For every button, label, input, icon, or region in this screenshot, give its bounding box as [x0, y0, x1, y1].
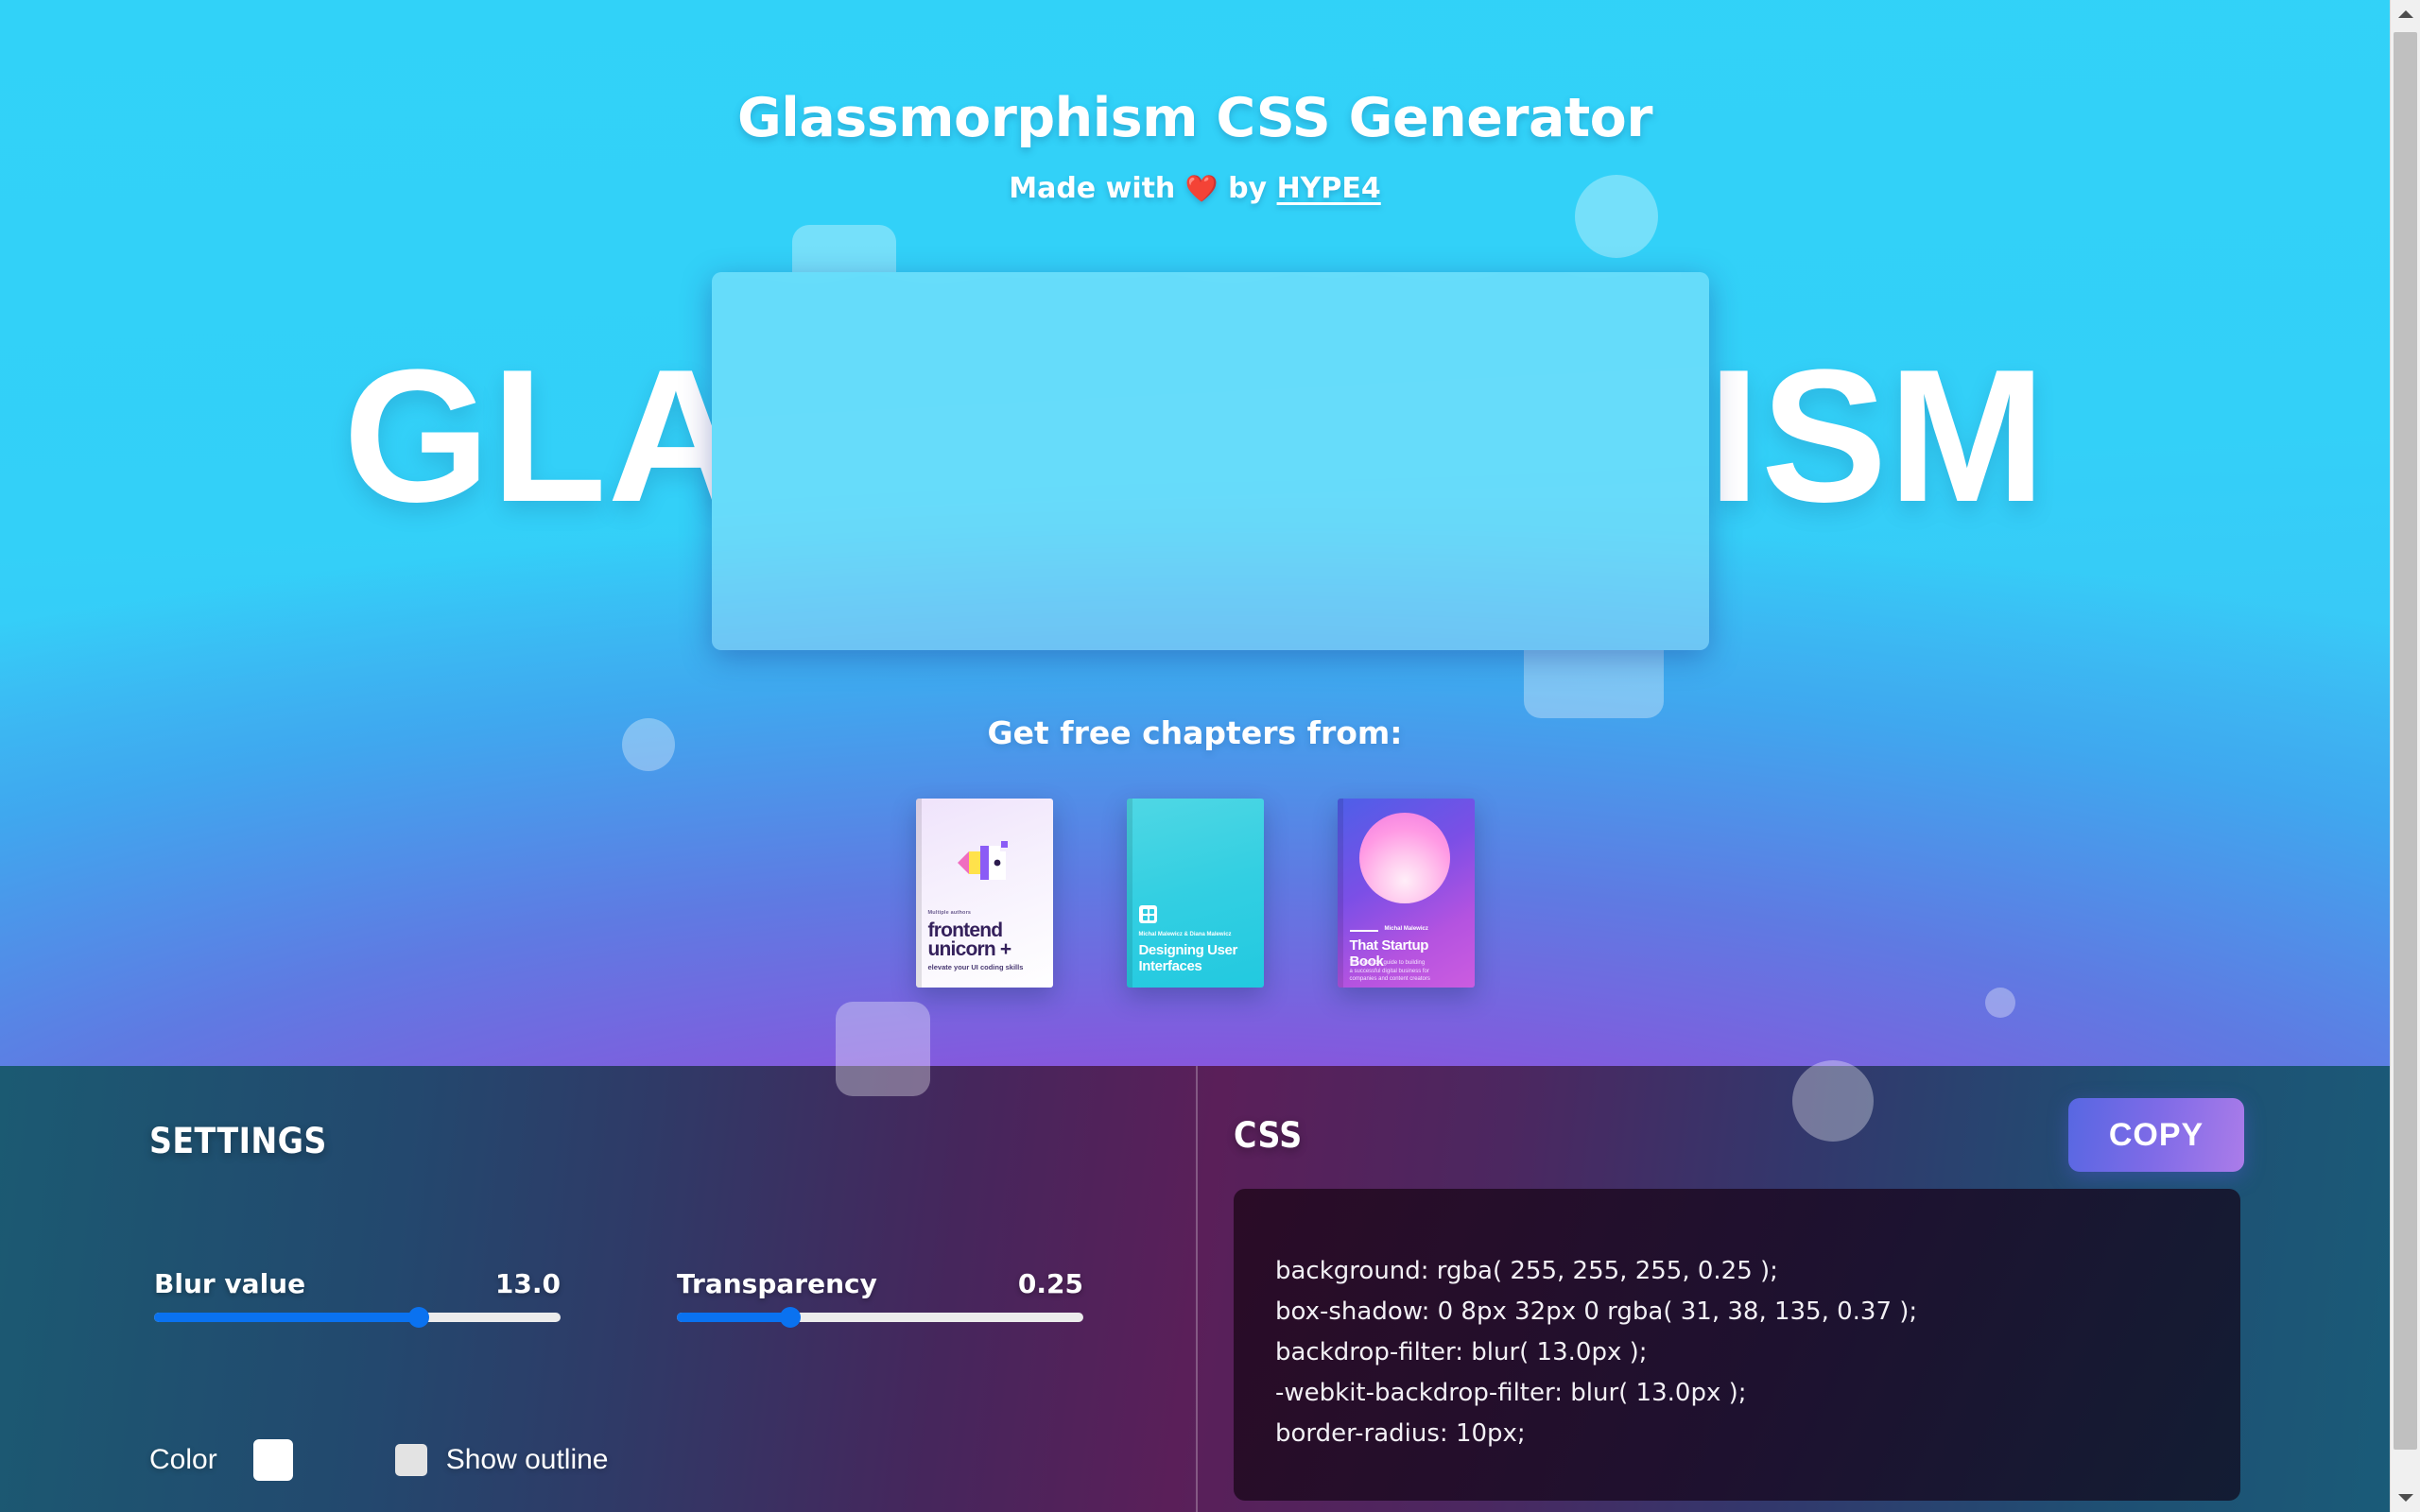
- book-author: Michal Malewicz & Diana Malewicz: [1138, 932, 1232, 937]
- made-with-text: Made with: [1009, 172, 1176, 205]
- book-blurb-line1: The practical guide to building: [1349, 960, 1426, 966]
- show-outline-label: Show outline: [445, 1444, 609, 1475]
- glass-white-tint: [712, 272, 1709, 650]
- gradient-circle-graphic: [1358, 813, 1450, 903]
- scroll-up-button[interactable]: [2391, 0, 2420, 28]
- show-outline-checkbox[interactable]: [394, 1444, 427, 1476]
- made-with-byline: Made with ❤️ by HYPE4: [0, 172, 2390, 205]
- author-rule: [1349, 930, 1378, 932]
- page-title: Glassmorphism CSS Generator: [737, 87, 1652, 149]
- decorative-circle-3: [1985, 988, 2015, 1018]
- hype4-link[interactable]: HYPE4: [1277, 172, 1381, 205]
- color-swatch[interactable]: [252, 1439, 293, 1481]
- book-title-line1: Designing User: [1138, 942, 1238, 958]
- chevron-down-icon: [2397, 1494, 2413, 1502]
- blur-slider[interactable]: [154, 1307, 561, 1328]
- book-title-line2: unicorn +: [927, 938, 1012, 960]
- panel-divider: [1196, 1066, 1198, 1512]
- transparency-value: 0.25: [1017, 1268, 1083, 1299]
- glass-preview-card[interactable]: GLASSMORPHISM: [712, 272, 1709, 650]
- copy-button[interactable]: COPY: [2068, 1098, 2244, 1172]
- transparency-control-row: Transparency 0.25: [677, 1268, 1083, 1299]
- color-outline-row: Color Show outline: [149, 1439, 609, 1481]
- blur-value: 13.0: [494, 1268, 561, 1299]
- transparency-label: Transparency: [677, 1268, 877, 1299]
- book-designing-user-interfaces[interactable]: Michal Malewicz & Diana Malewicz Designi…: [1126, 799, 1264, 988]
- hero-section: GLASSMORPHISM GLASSMORPHISM Glassmorphis…: [0, 0, 2390, 1066]
- book-author: Michal Malewicz: [1384, 926, 1428, 932]
- frontend-unicorn-logo-icon: [957, 841, 1008, 880]
- blur-slider-fill: [154, 1313, 419, 1322]
- heart-icon: ❤️: [1184, 173, 1219, 204]
- by-text: by: [1228, 172, 1268, 205]
- transparency-slider-fill: [677, 1313, 791, 1322]
- css-line-background: background: rgba( 255, 255, 255, 0.25 );: [1275, 1257, 1778, 1285]
- blur-label: Blur value: [154, 1268, 306, 1299]
- book-blurb-line3: companies and content creators: [1349, 976, 1430, 982]
- blur-control: Blur value 13.0: [154, 1268, 561, 1328]
- scroll-down-button[interactable]: [2391, 1484, 2420, 1512]
- css-line-backdrop-filter: backdrop-filter: blur( 13.0px );: [1275, 1338, 1648, 1366]
- color-label: Color: [149, 1444, 217, 1475]
- book-frontend-unicorn[interactable]: Multiple authors frontend unicorn + elev…: [915, 799, 1053, 988]
- book-that-startup-book[interactable]: Michal Malewicz That Startup Book The pr…: [1337, 799, 1475, 988]
- css-line-border-radius: border-radius: 10px;: [1275, 1419, 1526, 1448]
- css-heading: CSS: [1234, 1115, 1303, 1156]
- settings-heading: SETTINGS: [149, 1121, 327, 1161]
- book-spine: [1126, 799, 1132, 988]
- chapters-heading: Get free chapters from:: [987, 714, 1403, 751]
- blur-slider-thumb[interactable]: [407, 1307, 429, 1328]
- app-root: GLASSMORPHISM GLASSMORPHISM Glassmorphis…: [0, 0, 2420, 1512]
- css-line-webkit-backdrop-filter: -webkit-backdrop-filter: blur( 13.0px );: [1275, 1379, 1747, 1407]
- css-output-box[interactable]: background: rgba( 255, 255, 255, 0.25 );…: [1234, 1189, 2240, 1501]
- book-title: Designing User Interfaces: [1139, 942, 1254, 974]
- scrollbar-thumb[interactable]: [2394, 32, 2417, 1450]
- book-blurb-line2: a successful digital business for: [1349, 968, 1429, 974]
- book-tagline: elevate your UI coding skills: [927, 963, 1024, 971]
- dui-logo-icon: [1138, 905, 1157, 923]
- transparency-control: Transparency 0.25: [677, 1268, 1083, 1328]
- page-scrollbar[interactable]: [2390, 0, 2420, 1512]
- blur-control-row: Blur value 13.0: [154, 1268, 561, 1299]
- book-title-line2: Interfaces: [1138, 958, 1202, 974]
- book-title: frontend unicorn +: [927, 920, 1044, 960]
- transparency-slider[interactable]: [677, 1307, 1083, 1328]
- book-blurb: The practical guide to building a succes…: [1350, 959, 1465, 984]
- book-spine: [1337, 799, 1343, 988]
- book-author: Multiple authors: [927, 910, 972, 916]
- page-content: GLASSMORPHISM GLASSMORPHISM Glassmorphis…: [0, 0, 2390, 1512]
- css-line-box-shadow: box-shadow: 0 8px 32px 0 rgba( 31, 38, 1…: [1275, 1297, 1918, 1326]
- book-spine: [915, 799, 922, 988]
- book-list: Multiple authors frontend unicorn + elev…: [0, 799, 2390, 988]
- chevron-up-icon: [2397, 10, 2413, 18]
